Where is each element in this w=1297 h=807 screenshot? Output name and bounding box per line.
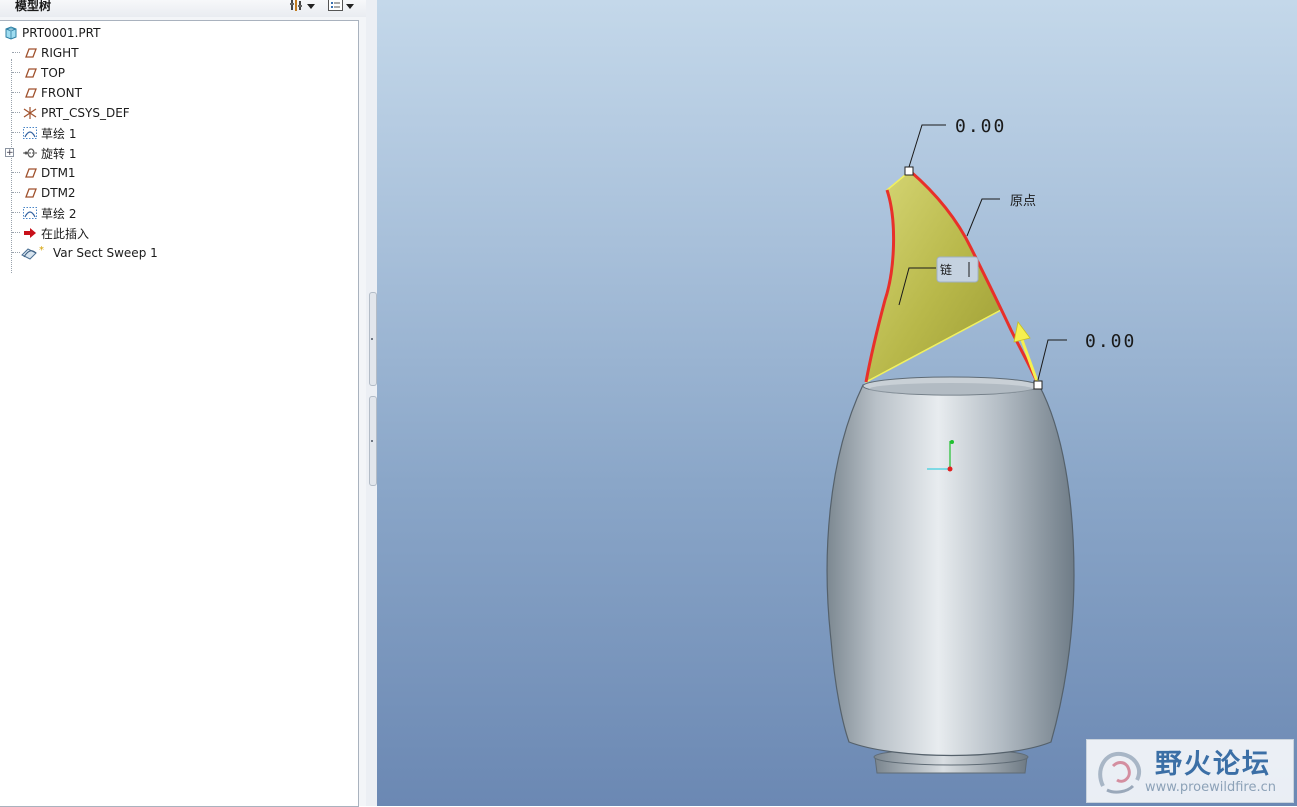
link-tag[interactable]: 链 <box>936 256 979 283</box>
model-tree-panel: 模型树 PRT0001.PRT RIGHT TOP FRONT PRT_CSYS… <box>0 0 366 807</box>
tree-item-label: DTM2 <box>41 186 76 200</box>
tree-item-label: PRT_CSYS_DEF <box>41 106 130 120</box>
sketch-icon <box>22 125 38 141</box>
svg-text:*: * <box>39 245 44 256</box>
part-icon <box>3 25 19 41</box>
model-canvas: 0.00 0.00 原点 链 <box>826 116 1136 774</box>
tree-item-revolve-1[interactable]: 旋转 1 <box>22 143 76 163</box>
chevron-down-icon <box>307 3 315 9</box>
tree-item-label: Var Sect Sweep 1 <box>53 246 158 260</box>
sketch-icon <box>22 205 38 221</box>
start-point-handle[interactable] <box>904 166 914 176</box>
tree-show-icon <box>328 0 343 16</box>
datum-plane-icon <box>22 45 38 61</box>
revolved-body[interactable] <box>826 376 1075 774</box>
tree-show-button[interactable] <box>328 0 362 14</box>
model-tree-title: 模型树 <box>15 0 52 13</box>
tree-item-prt-csys-def[interactable]: PRT_CSYS_DEF <box>22 103 130 123</box>
watermark: 野火论坛 www.proewildfire.cn <box>1086 739 1294 803</box>
model-tree-header: 模型树 <box>0 0 366 17</box>
link-label: 链 <box>940 262 952 277</box>
model-tree: PRT0001.PRT RIGHT TOP FRONT PRT_CSYS_DEF… <box>0 20 359 807</box>
tree-item-label: 在此插入 <box>41 226 90 241</box>
tree-settings-button[interactable] <box>290 0 324 14</box>
tree-item-top[interactable]: TOP <box>22 63 65 83</box>
tree-item-label: 旋转 1 <box>41 146 77 161</box>
tree-item-label: 草绘 2 <box>41 206 77 221</box>
csys-icon <box>22 105 38 121</box>
var-sect-sweep-icon: * <box>20 245 50 261</box>
watermark-title: 野火论坛 <box>1155 749 1271 780</box>
graphics-viewport[interactable]: 0.00 0.00 原点 链 <box>377 0 1297 806</box>
tree-item-front[interactable]: FRONT <box>22 83 82 103</box>
tree-item-label: TOP <box>41 66 66 80</box>
insert-arrow-icon <box>22 225 38 241</box>
splitter-grip[interactable] <box>369 292 377 386</box>
tree-item-right[interactable]: RIGHT <box>22 43 79 63</box>
datum-plane-icon <box>22 165 38 181</box>
origin-label[interactable]: 原点 <box>1010 194 1036 209</box>
tree-item-insert-here[interactable]: 在此插入 <box>22 223 89 243</box>
dimension-top-value[interactable]: 0.00 <box>955 116 1006 137</box>
watermark-logo-icon <box>1093 746 1147 802</box>
watermark-url: www.proewildfire.cn <box>1145 780 1276 795</box>
datum-plane-icon <box>22 185 38 201</box>
revolve-icon <box>22 145 38 161</box>
tree-item-label: 草绘 1 <box>41 126 77 141</box>
tree-item-dtm1[interactable]: DTM1 <box>22 163 76 183</box>
tree-item-label: RIGHT <box>41 46 79 60</box>
datum-plane-icon <box>22 65 38 81</box>
dimension-right-value[interactable]: 0.00 <box>1085 331 1136 352</box>
datum-plane-icon <box>22 85 38 101</box>
tree-root-label: PRT0001.PRT <box>22 26 101 40</box>
tree-item-label: DTM1 <box>41 166 76 180</box>
expand-toggle[interactable]: + <box>5 148 14 158</box>
splitter-grip[interactable] <box>369 396 377 486</box>
tree-item-var-sect-sweep-1[interactable]: * Var Sect Sweep 1 <box>20 243 158 263</box>
panel-splitter[interactable] <box>366 0 377 806</box>
tree-item-label: FRONT <box>41 86 82 100</box>
end-point-handle[interactable] <box>1033 380 1043 390</box>
tree-settings-icon <box>290 0 304 16</box>
tree-item-dtm2[interactable]: DTM2 <box>22 183 76 203</box>
chevron-down-icon <box>346 3 354 9</box>
tree-item-sketch-1[interactable]: 草绘 1 <box>22 123 76 143</box>
tree-item-sketch-2[interactable]: 草绘 2 <box>22 203 76 223</box>
tree-root-item[interactable]: PRT0001.PRT <box>3 23 100 43</box>
